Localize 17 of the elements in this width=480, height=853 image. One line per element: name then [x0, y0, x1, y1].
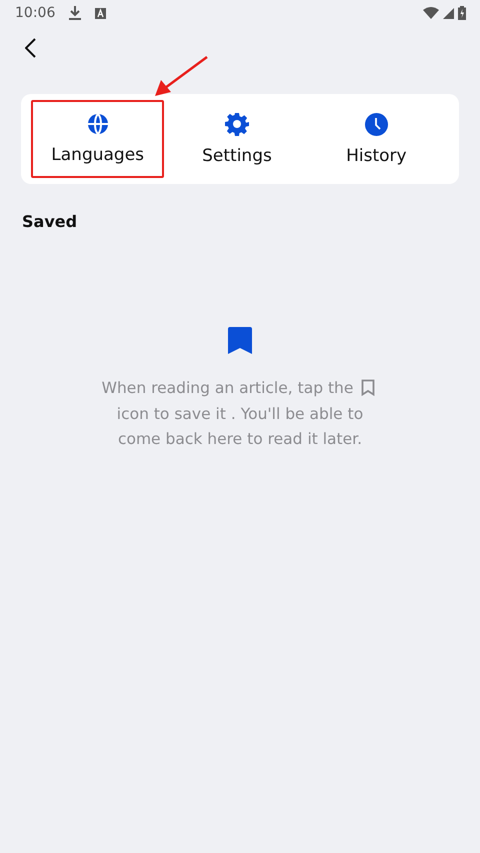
download-icon	[69, 6, 82, 20]
clock-icon	[364, 112, 388, 136]
gear-icon	[224, 112, 249, 136]
tab[interactable]: Settings	[170, 100, 304, 178]
empty-message: icon to save it . You'll be able to come back here to read it later.	[116, 404, 364, 448]
tab[interactable]: History	[310, 100, 443, 178]
status-time: 10:06	[15, 5, 56, 21]
battery-icon	[458, 6, 466, 20]
signal-icon	[443, 8, 454, 18]
section-title: Saved	[22, 212, 78, 231]
empty-message: When reading an article, tap the	[102, 379, 354, 397]
tab[interactable]: Languages	[31, 100, 164, 178]
globe-icon	[86, 113, 109, 135]
notification-icon	[95, 8, 106, 18]
wifi-icon	[423, 7, 439, 19]
bookmark-icon	[228, 327, 252, 354]
bookmark-outline-icon	[361, 379, 376, 396]
